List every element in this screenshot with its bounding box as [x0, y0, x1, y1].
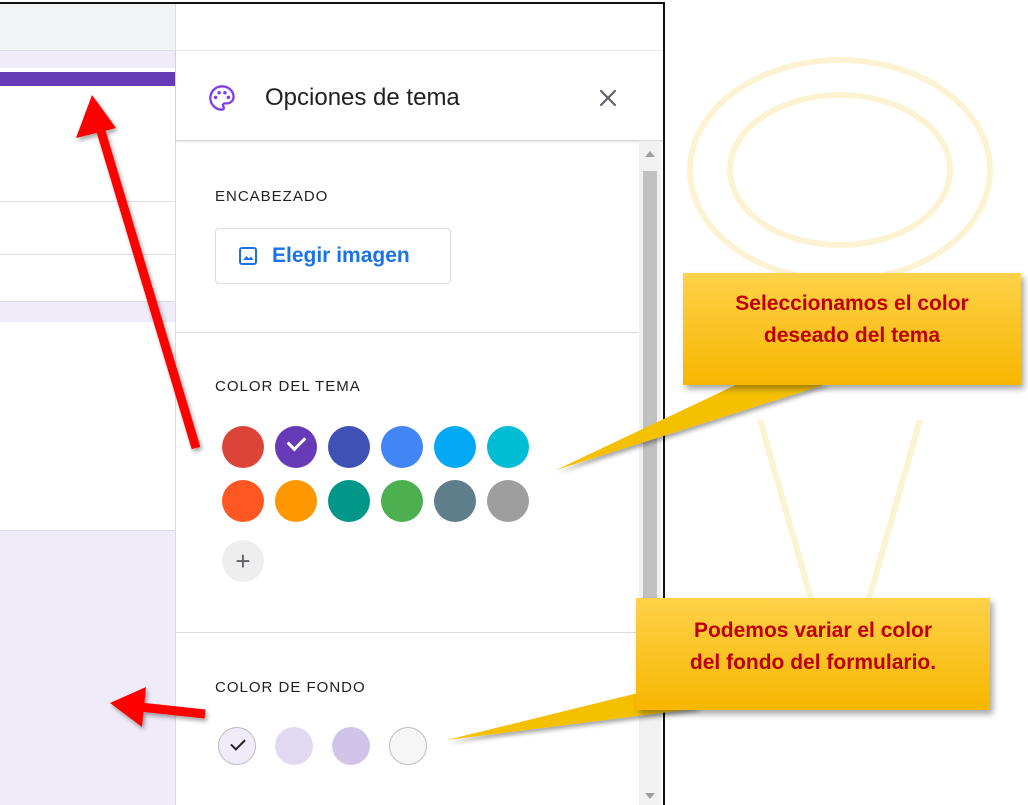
scrollbar-thumb[interactable]	[643, 171, 657, 651]
callout-line: del fondo del formulario.	[689, 651, 937, 674]
background-color-swatch[interactable]	[389, 727, 427, 765]
theme-color-swatch[interactable]	[275, 426, 317, 468]
background-color-swatch[interactable]	[275, 727, 313, 765]
callout-line: Podemos variar el color	[693, 619, 933, 642]
background-color-section-label: COLOR DE FONDO	[215, 679, 366, 696]
theme-color-swatch[interactable]	[487, 480, 529, 522]
background-color-swatch[interactable]	[218, 727, 256, 765]
theme-color-swatch[interactable]	[275, 480, 317, 522]
theme-color-swatch[interactable]	[381, 480, 423, 522]
background-color-swatch[interactable]	[332, 727, 370, 765]
theme-color-swatch[interactable]	[381, 426, 423, 468]
theme-color-swatch[interactable]	[222, 426, 264, 468]
add-custom-color-button[interactable]: +	[222, 540, 264, 582]
scroll-up-arrow[interactable]	[645, 151, 655, 157]
scroll-down-arrow[interactable]	[645, 793, 655, 799]
panel-title: Opciones de tema	[265, 84, 460, 111]
choose-image-button[interactable]: Elegir imagen	[215, 228, 451, 284]
image-icon	[239, 247, 257, 265]
theme-color-swatch[interactable]	[328, 426, 370, 468]
section-divider	[176, 632, 638, 633]
screenshot-frame: Opciones de tema ENCABEZADO Elegir image…	[0, 2, 665, 805]
theme-color-swatch[interactable]	[434, 426, 476, 468]
form-topbar	[0, 4, 175, 51]
panel-top-strip	[176, 4, 663, 51]
form-question-card	[0, 322, 175, 531]
callout-line: deseado del tema	[763, 324, 941, 347]
theme-accent-bar	[0, 72, 175, 86]
theme-options-panel: Opciones de tema ENCABEZADO Elegir image…	[175, 4, 663, 805]
theme-color-swatch[interactable]	[487, 426, 529, 468]
form-field-line	[0, 201, 175, 202]
choose-image-label: Elegir imagen	[272, 244, 410, 267]
theme-color-section-label: COLOR DEL TEMA	[215, 378, 361, 395]
form-field-line	[0, 254, 175, 255]
theme-color-swatch[interactable]	[222, 480, 264, 522]
background-color-callout: Podemos variar el color del fondo del fo…	[636, 598, 990, 710]
theme-color-callout: Seleccionamos el color deseado del tema	[683, 273, 1021, 385]
form-preview	[0, 4, 175, 805]
close-icon[interactable]	[596, 86, 620, 110]
theme-color-swatch[interactable]	[328, 480, 370, 522]
panel-header: Opciones de tema	[176, 50, 663, 141]
form-header-card	[0, 68, 175, 302]
palette-icon	[209, 85, 235, 111]
plus-icon: +	[235, 546, 251, 576]
header-section-label: ENCABEZADO	[215, 188, 329, 205]
section-divider	[176, 332, 638, 333]
callout-line: Seleccionamos el color	[735, 292, 969, 315]
theme-color-swatch[interactable]	[434, 480, 476, 522]
